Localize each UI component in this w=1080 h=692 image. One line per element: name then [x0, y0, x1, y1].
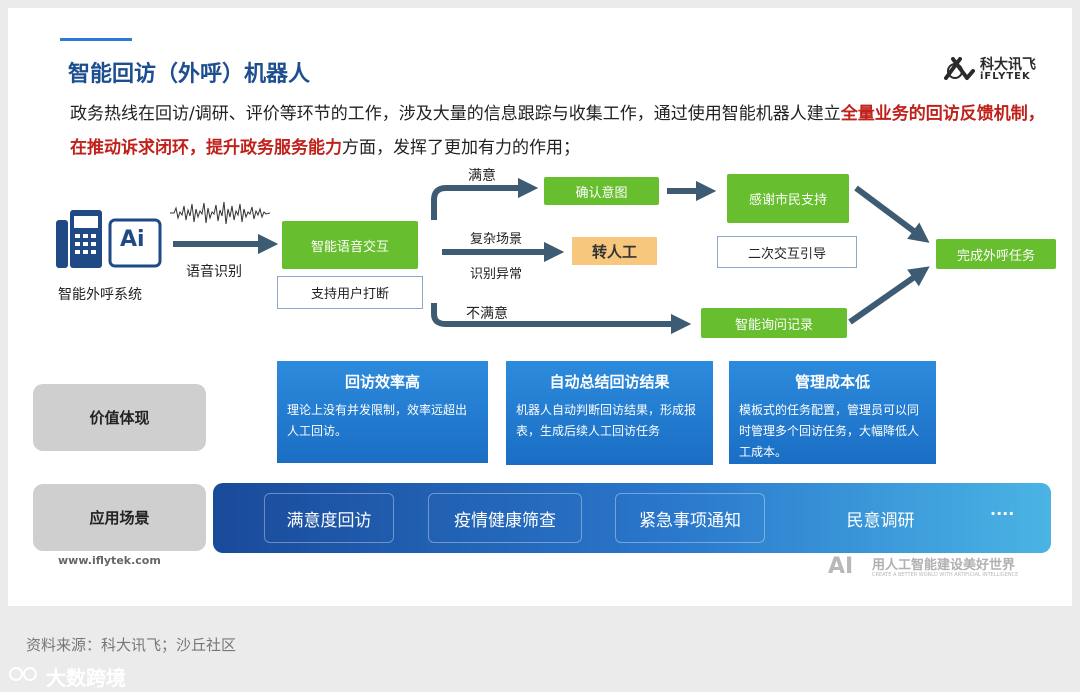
second-interaction-box: 二次交互引导: [717, 236, 857, 268]
value-card-title: 回访效率高: [344, 373, 420, 391]
arrow-thanks-complete: [854, 185, 930, 243]
scene-pill: 满意度回访: [264, 493, 394, 543]
phone-icon: [56, 210, 162, 268]
slogan-sub: CREATE A BETTER WORLD WITH ARTIFICIAL IN…: [872, 572, 1019, 578]
slogan: AI 用人工智能建设美好世界 CREATE A BETTER WORLD WIT…: [828, 554, 1058, 582]
value-card-title: 自动总结回访结果: [549, 373, 670, 391]
arrow-to-confirm: [431, 177, 539, 220]
watermark-text: 大数跨境: [46, 666, 126, 690]
abnormal-label: 识别异常: [470, 267, 523, 282]
ai-icon-text: Ai: [120, 227, 145, 252]
value-card-body: 机器人自动判断回访结果，形成报表，生成后续人工回访任务: [516, 403, 697, 438]
complex-label: 复杂场景: [470, 232, 523, 247]
more-indicator: ····: [990, 504, 1015, 523]
value-card: 自动总结回访结果 机器人自动判断回访结果，形成报表，生成后续人工回访任务: [506, 361, 713, 465]
value-card: 回访效率高 理论上没有并发限制，效率远超出人工回访。: [277, 361, 488, 463]
satisfied-label: 满意: [468, 168, 496, 184]
scene-label: 应用场景: [33, 484, 206, 551]
value-card-body: 理论上没有并发限制，效率远超出人工回访。: [287, 403, 468, 438]
source-note: 资料来源：科大讯飞；沙丘社区: [26, 636, 237, 654]
thanks-box: 感谢市民支持: [727, 174, 849, 223]
confirm-box: 确认意图: [544, 177, 659, 205]
scene-pill: 民意调研: [846, 510, 915, 531]
website-url: www.iflytek.com: [58, 554, 161, 567]
arrow-query-complete: [848, 266, 930, 325]
complete-box: 完成外呼任务: [936, 239, 1056, 269]
slogan-main: 用人工智能建设美好世界: [872, 558, 1016, 573]
value-label: 价值体现: [33, 384, 206, 451]
system-label: 智能外呼系统: [58, 287, 142, 303]
query-record-box: 智能询问记录: [701, 308, 847, 338]
voice-interact-box: 智能语音交互: [282, 221, 418, 269]
slide: 智能回访（外呼）机器人 科大讯飞 iFLYTEK 政务热线在回访/调研、评价等环…: [8, 8, 1072, 606]
value-card-title: 管理成本低: [794, 373, 870, 391]
unsatisfied-label: 不满意: [466, 306, 508, 322]
value-card-body: 模板式的任务配置，管理员可以同时管理多个回访任务，大幅降低人工成本。: [739, 403, 920, 459]
scene-pill: 疫情健康筛查: [428, 493, 582, 543]
slogan-ai-logo: AI: [828, 554, 854, 579]
interrupt-box: 支持用户打断: [277, 276, 423, 309]
scene-pill: 紧急事项通知: [615, 493, 765, 543]
waveform-icon: [170, 201, 270, 225]
transfer-box: 转人工: [572, 237, 657, 265]
speech-label: 语音识别: [186, 264, 242, 280]
watermark-icon: [9, 667, 37, 681]
value-card: 管理成本低 模板式的任务配置，管理员可以同时管理多个回访任务，大幅降低人工成本。: [729, 361, 936, 464]
